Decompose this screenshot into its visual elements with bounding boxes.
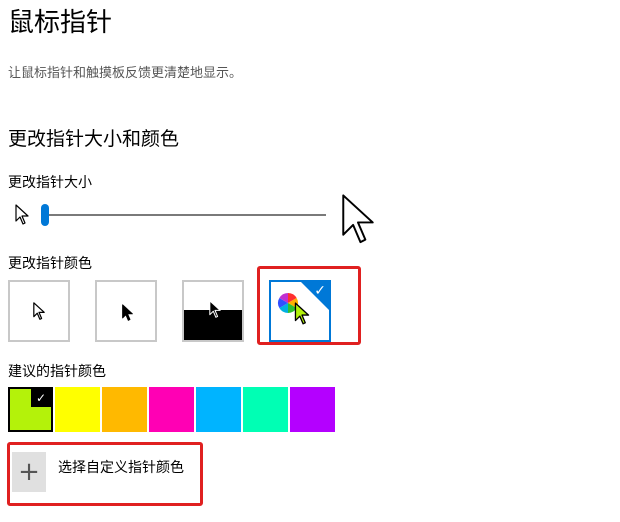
- page-description: 让鼠标指针和触摸板反馈更清楚地显示。: [8, 66, 243, 81]
- size-slider-thumb[interactable]: [41, 204, 49, 226]
- highlight-box-custom-color: [7, 442, 203, 506]
- inverted-cursor-icon: [209, 300, 221, 318]
- swatch-lime[interactable]: ✓: [8, 387, 53, 432]
- swatch-yellow[interactable]: [55, 387, 100, 432]
- highlight-box-custom-option: [257, 266, 361, 345]
- small-cursor-icon: [14, 204, 30, 230]
- color-label: 更改指针颜色: [8, 256, 92, 272]
- size-label: 更改指针大小: [8, 175, 92, 191]
- page-title: 鼠标指针: [8, 8, 113, 38]
- cursor-color-inverted-option[interactable]: [182, 280, 244, 342]
- swatch-purple[interactable]: [290, 387, 335, 432]
- swatch-blue[interactable]: [196, 387, 241, 432]
- size-slider-track[interactable]: [44, 214, 326, 216]
- checkmark-icon: ✓: [31, 389, 51, 407]
- white-cursor-icon: [33, 302, 45, 320]
- large-cursor-icon: [338, 193, 378, 251]
- swatch-orange[interactable]: [102, 387, 147, 432]
- swatch-pink[interactable]: [149, 387, 194, 432]
- black-cursor-icon: [122, 304, 133, 321]
- cursor-color-white-option[interactable]: [8, 280, 70, 342]
- section-heading: 更改指针大小和颜色: [8, 128, 180, 150]
- cursor-color-black-option[interactable]: [95, 280, 157, 342]
- suggested-colors-label: 建议的指针颜色: [8, 364, 106, 380]
- swatch-teal[interactable]: [243, 387, 288, 432]
